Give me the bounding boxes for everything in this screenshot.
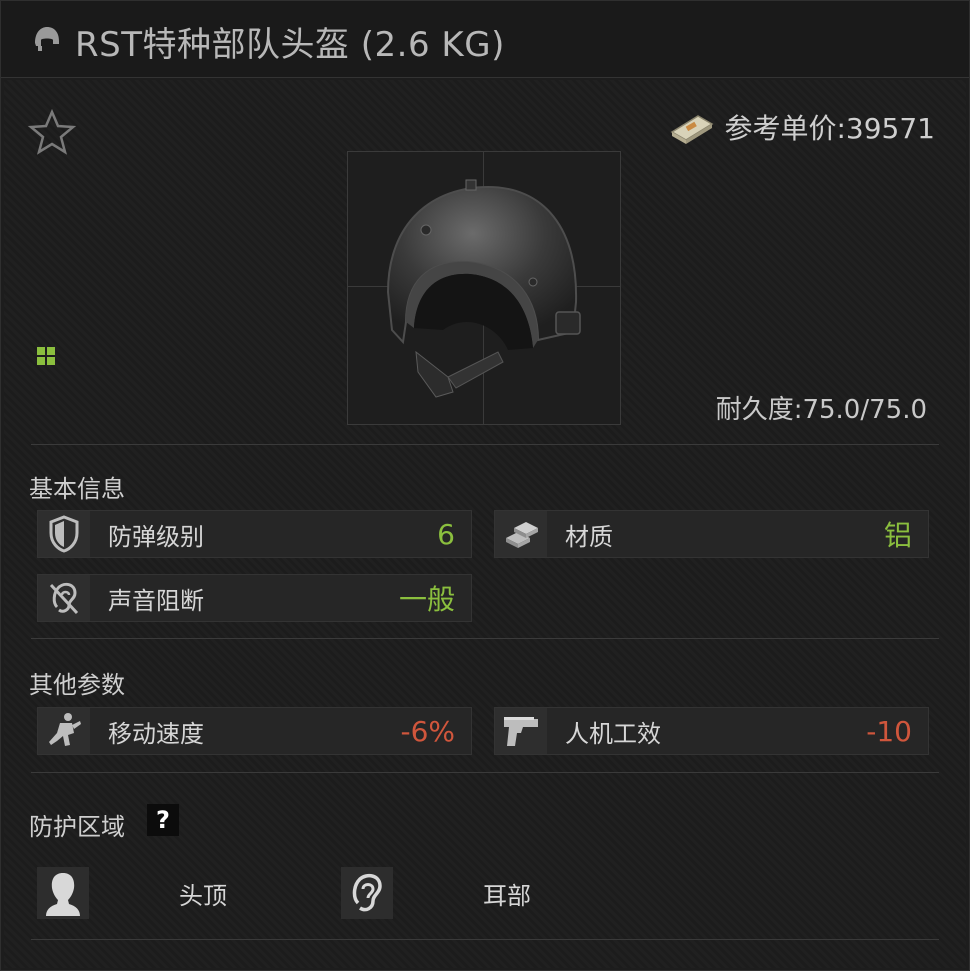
protection-zone-ears: 耳部 [341, 867, 531, 919]
grid-size-icon [37, 347, 55, 365]
stat-value: 铝 [883, 519, 912, 552]
section-title-other-params: 其他参数 [29, 671, 125, 699]
stat-icon-frame [38, 575, 90, 621]
stat-label: 防弹级别 [108, 522, 204, 551]
help-button[interactable]: ? [147, 804, 179, 836]
ingots-icon [506, 522, 538, 548]
stat-label: 声音阻断 [108, 586, 204, 615]
favorite-star-icon[interactable] [27, 109, 77, 155]
item-inspect-window: RST特种部队头盔 (2.6 KG) 参考单价:39571 耐久度:75.0/7… [0, 0, 970, 971]
durability-readout: 耐久度:75.0/75.0 [716, 389, 927, 426]
stat-value: -10 [866, 714, 912, 748]
money-stack-icon [671, 115, 714, 144]
stat-sound-block[interactable]: 声音阻断 一般 [37, 574, 472, 622]
stat-icon-frame [495, 708, 547, 754]
divider [31, 638, 939, 639]
zone-icon-frame [37, 867, 89, 919]
durability-label: 耐久度: [715, 395, 803, 425]
stat-label: 移动速度 [108, 719, 204, 748]
helmet-icon [35, 27, 59, 51]
stat-value: 6 [437, 517, 455, 551]
stat-icon-frame [38, 511, 90, 557]
divider [31, 444, 939, 445]
stat-ergonomics[interactable]: 人机工效 -10 [494, 707, 929, 755]
head-silhouette-icon [46, 873, 80, 916]
divider [31, 772, 939, 773]
divider [31, 939, 939, 940]
pistol-icon [504, 717, 538, 746]
item-title: RST特种部队头盔 (2.6 KG) [75, 25, 505, 65]
reference-price: 参考单价:39571 [668, 107, 935, 147]
stat-movement-speed[interactable]: 移动速度 -6% [37, 707, 472, 755]
stat-armor-class[interactable]: 防弹级别 6 [37, 510, 472, 558]
stat-value: 一般 [398, 583, 455, 616]
durability-value: 75.0/75.0 [802, 395, 927, 425]
stat-material[interactable]: 材质 铝 [494, 510, 929, 558]
stat-label: 人机工效 [565, 719, 661, 748]
stat-icon-frame [38, 708, 90, 754]
item-image-frame [347, 151, 621, 425]
protection-zone-top: 头顶 [37, 867, 227, 919]
zone-label: 头顶 [179, 881, 227, 910]
zone-icon-frame [341, 867, 393, 919]
ear-blocked-icon [49, 582, 79, 615]
stat-label: 材质 [565, 522, 613, 551]
price-text: 参考单价:39571 [724, 112, 935, 145]
stat-value: -6% [400, 714, 455, 748]
section-title-basic-info: 基本信息 [29, 475, 125, 503]
shield-icon [49, 515, 79, 553]
zone-label: 耳部 [483, 881, 531, 910]
stat-icon-frame [495, 511, 547, 557]
ear-icon [352, 873, 382, 912]
section-title-protection: 防护区域 [29, 813, 125, 841]
helmet-image [386, 179, 581, 398]
running-soldier-icon [49, 713, 81, 746]
title-bar[interactable]: RST特种部队头盔 (2.6 KG) [1, 1, 969, 78]
